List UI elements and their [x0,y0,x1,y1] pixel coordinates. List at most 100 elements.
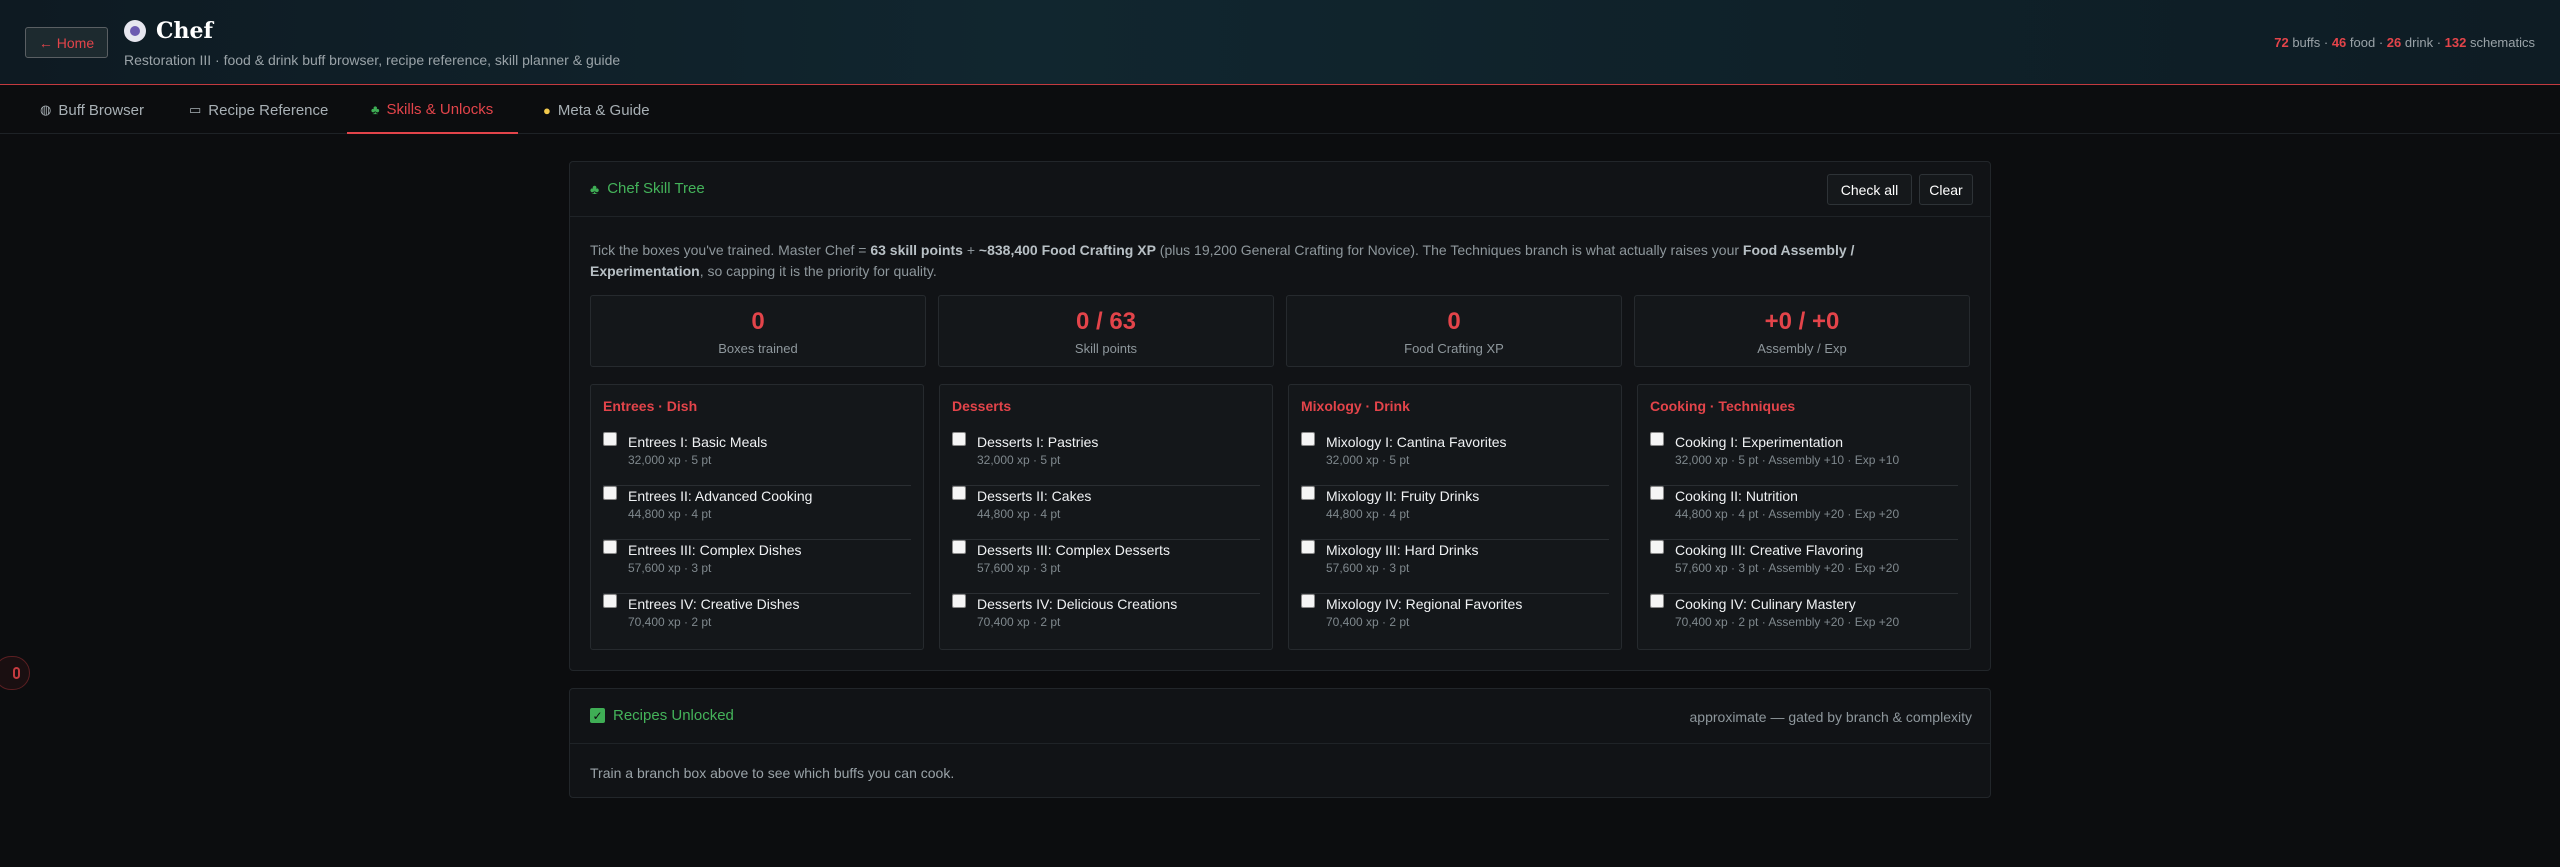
intro-text: (plus 19,200 General Crafting for Novice… [1155,242,1743,258]
skill-checkbox[interactable] [952,432,966,446]
branch-title: Mixology · Drink [1301,398,1410,414]
skill-checkbox[interactable] [603,486,617,500]
tab-buff-browser[interactable]: ◍ Buff Browser [40,86,144,134]
intro-xp: ~838,400 Food Crafting XP [978,242,1156,258]
skill-checkbox[interactable] [952,486,966,500]
skill-checkbox[interactable] [1650,594,1664,608]
stat-label: Food Crafting XP [1404,341,1504,356]
skill-row: Mixology III: Hard Drinks 57,600 xp · 3 … [1301,540,1609,594]
skill-checkbox[interactable] [603,432,617,446]
skill-name: Mixology II: Fruity Drinks [1326,488,1480,504]
tab-meta-guide[interactable]: ● Meta & Guide [543,86,650,134]
skill-row: Cooking II: Nutrition 44,800 xp · 4 pt ·… [1650,486,1958,540]
branch-entrees: Entrees · Dish Entrees I: Basic Meals 32… [590,384,924,650]
skill-meta: 70,400 xp · 2 pt · Assembly +20 · Exp +2… [1675,615,1900,629]
intro-text: Tick the boxes you've trained. Master Ch… [590,242,871,258]
skill-name: Entrees IV: Creative Dishes [628,596,800,612]
skill-name: Mixology III: Hard Drinks [1326,542,1479,558]
skill-name: Entrees I: Basic Meals [628,434,768,450]
check-all-button[interactable]: Check all [1827,174,1912,205]
chef-logo-icon [124,20,146,42]
skill-meta: 32,000 xp · 5 pt [1326,453,1410,467]
skill-checkbox[interactable] [1650,432,1664,446]
skill-name: Mixology I: Cantina Favorites [1326,434,1507,450]
skill-meta: 44,800 xp · 4 pt [1326,507,1410,521]
food-label: food [2349,35,2376,50]
branch-desserts: Desserts Desserts I: Pastries 32,000 xp … [939,384,1273,650]
skill-tree-intro: Tick the boxes you've trained. Master Ch… [590,240,1970,282]
skill-name: Desserts II: Cakes [977,488,1092,504]
skill-checkbox[interactable] [1650,540,1664,554]
skill-name: Cooking II: Nutrition [1675,488,1798,504]
buffs-label: buffs [2292,35,2321,50]
skill-checkbox[interactable] [603,594,617,608]
skill-meta: 57,600 xp · 3 pt [977,561,1061,575]
buff-icon: ◍ [40,102,52,117]
skill-name: Cooking III: Creative Flavoring [1675,542,1864,558]
skill-row: Entrees II: Advanced Cooking 44,800 xp ·… [603,486,911,540]
intro-skill-points: 63 skill points [870,242,963,258]
skill-checkbox[interactable] [1301,486,1315,500]
mouse-toggle-button[interactable] [0,656,30,690]
schematics-label: schematics [2469,35,2535,50]
skill-meta: 57,600 xp · 3 pt [1326,561,1410,575]
skill-tree-header: ♣ Chef Skill Tree Check all Clear [570,162,1990,217]
skill-row: Cooking III: Creative Flavoring 57,600 x… [1650,540,1958,594]
food-count: 46 [2331,35,2347,50]
drink-label: drink [2404,35,2434,50]
header-stats: 72 buffs · 46 food · 26 drink · 132 sche… [2274,35,2535,50]
stat-value: 0 [751,308,765,335]
skill-name: Desserts IV: Delicious Creations [977,596,1178,612]
skill-meta: 44,800 xp · 4 pt · Assembly +20 · Exp +2… [1675,507,1900,521]
skill-meta: 57,600 xp · 3 pt [628,561,712,575]
schematics-count: 132 [2444,35,2467,50]
skill-meta: 70,400 xp · 2 pt [977,615,1061,629]
skill-row: Mixology IV: Regional Favorites 70,400 x… [1301,594,1609,648]
skill-row: Entrees I: Basic Meals 32,000 xp · 5 pt [603,432,911,486]
skill-checkbox[interactable] [1301,432,1315,446]
skill-meta: 44,800 xp · 4 pt [977,507,1061,521]
skill-tree-title: ♣ Chef Skill Tree [590,180,705,197]
skill-checkbox[interactable] [952,540,966,554]
skill-meta: 57,600 xp · 3 pt · Assembly +20 · Exp +2… [1675,561,1900,575]
recipes-header: ✓ Recipes Unlocked approximate — gated b… [570,689,1990,744]
tab-label: Recipe Reference [208,101,329,119]
stat-value: +0 / +0 [1764,308,1840,335]
skill-row: Mixology II: Fruity Drinks 44,800 xp · 4… [1301,486,1609,540]
skill-name: Desserts III: Complex Desserts [977,542,1170,558]
branch-title: Entrees · Dish [603,398,698,414]
tree-icon: ♣ [590,180,600,197]
skill-row: Entrees IV: Creative Dishes 70,400 xp · … [603,594,911,648]
skill-row: Desserts I: Pastries 32,000 xp · 5 pt [952,432,1260,486]
home-button[interactable]: ← Home [25,27,108,58]
tab-label: Skills & Unlocks [386,100,494,118]
recipes-empty-message: Train a branch box above to see which bu… [590,765,955,781]
skill-name: Entrees II: Advanced Cooking [628,488,813,504]
skill-checkbox[interactable] [1301,540,1315,554]
clear-button[interactable]: Clear [1919,174,1973,205]
skill-checkbox[interactable] [1301,594,1315,608]
stat-card-xp: 0 Food Crafting XP [1286,295,1622,367]
tab-recipe-reference[interactable]: ▭ Recipe Reference [189,86,328,134]
stat-value: 0 [1447,308,1461,335]
skill-name: Desserts I: Pastries [977,434,1099,450]
skill-meta: 70,400 xp · 2 pt [628,615,712,629]
book-icon: ▭ [189,102,202,117]
skill-checkbox[interactable] [1650,486,1664,500]
tab-bar: ◍ Buff Browser ▭ Recipe Reference ♣ Skil… [0,86,2560,134]
lightbulb-icon: ● [543,102,551,118]
branch-title: Cooking · Techniques [1650,398,1796,414]
mouse-icon [12,667,20,679]
branch-cooking-techniques: Cooking · Techniques Cooking I: Experime… [1637,384,1971,650]
skill-row: Cooking I: Experimentation 32,000 xp · 5… [1650,432,1958,486]
skill-name: Mixology IV: Regional Favorites [1326,596,1523,612]
stat-card-skill-points: 0 / 63 Skill points [938,295,1274,367]
skill-checkbox[interactable] [952,594,966,608]
recipes-panel: ✓ Recipes Unlocked approximate — gated b… [569,688,1991,798]
branch-mixology: Mixology · Drink Mixology I: Cantina Fav… [1288,384,1622,650]
recipes-title-text: Recipes Unlocked [613,707,734,724]
tab-skills-unlocks[interactable]: ♣ Skills & Unlocks [347,86,518,134]
intro-text: , so capping it is the priority for qual… [699,263,937,279]
recipes-title: ✓ Recipes Unlocked [590,707,734,724]
skill-checkbox[interactable] [603,540,617,554]
